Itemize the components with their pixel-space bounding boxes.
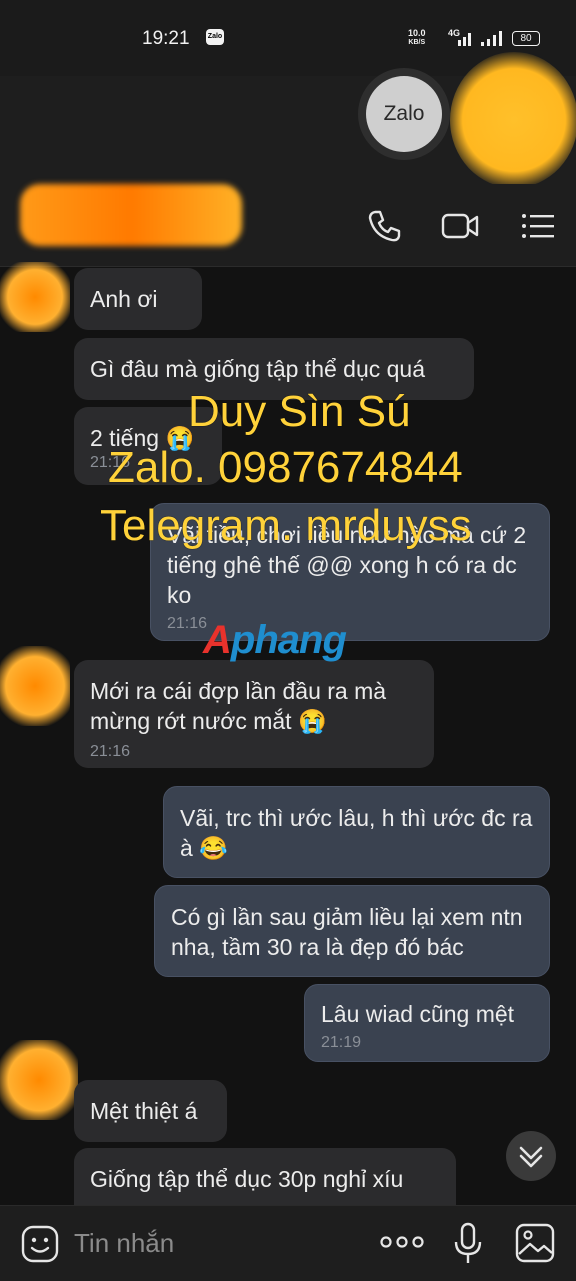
message-text: Mệt thiệt á xyxy=(90,1098,198,1124)
watermark-line-2: Zalo. 0987674844 xyxy=(108,443,463,492)
more-icon[interactable] xyxy=(380,1234,424,1250)
video-call-icon[interactable] xyxy=(440,206,480,246)
message-bubble-incoming[interactable]: Mới ra cái đợp lần đầu ra mà mừng rớt nư… xyxy=(74,660,434,768)
image-icon[interactable] xyxy=(514,1222,556,1264)
message-text: Giống tập thể dục 30p nghỉ xíu xyxy=(90,1166,404,1192)
message-bubble-incoming[interactable]: Anh ơi xyxy=(74,268,202,330)
sender-avatar[interactable] xyxy=(0,646,70,726)
sender-avatar[interactable] xyxy=(0,1040,78,1120)
message-input-bar: Tin nhắn xyxy=(0,1205,576,1281)
signal-2-icon xyxy=(481,31,502,46)
message-text: Gì đâu mà giống tập thể dục quá xyxy=(90,356,426,382)
message-bubble-incoming[interactable]: Mệt thiệt á xyxy=(74,1080,227,1142)
brand-watermark-a: A xyxy=(203,618,232,662)
message-text: Anh ơi xyxy=(90,286,158,312)
message-bubble-outgoing[interactable]: Vãi, trc thì ước lâu, h thì ước đc ra à … xyxy=(163,786,550,878)
zalo-notification-icon: Zalo xyxy=(206,29,224,45)
message-time: 21:19 xyxy=(321,1034,362,1051)
menu-icon[interactable] xyxy=(518,206,558,246)
message-text: Lâu wiad cũng mệt xyxy=(321,1001,515,1027)
network-speed-unit: KB/S xyxy=(408,39,426,46)
network-speed-value: 10.0 xyxy=(408,28,426,38)
watermark-line-3: Telegram. mrduyss xyxy=(100,501,472,550)
zalo-bubble-label: Zalo xyxy=(366,76,442,152)
brand-watermark: Aphang xyxy=(203,618,347,663)
message-bubble-outgoing[interactable]: Lâu wiad cũng mệt 21:19 xyxy=(304,984,550,1062)
message-text: Có gì lần sau giảm liều lại xem ntn nha,… xyxy=(171,904,523,960)
scroll-to-bottom-button[interactable] xyxy=(506,1131,556,1181)
status-time: 19:21 xyxy=(142,28,190,49)
battery-icon: 80 xyxy=(512,31,540,46)
contact-name-redacted xyxy=(20,184,242,246)
phone-icon[interactable] xyxy=(364,206,404,246)
message-bubble-outgoing[interactable]: Có gì lần sau giảm liều lại xem ntn nha,… xyxy=(154,885,550,977)
message-text: Vãi, trc thì ước lâu, h thì ước đc ra à … xyxy=(180,805,533,861)
message-bubble-incoming[interactable]: Giống tập thể dục 30p nghỉ xíu xyxy=(74,1148,456,1208)
microphone-icon[interactable] xyxy=(452,1222,484,1266)
emoji-icon[interactable] xyxy=(20,1224,60,1264)
signal-1-icon xyxy=(458,33,471,46)
network-speed: 10.0 KB/S xyxy=(408,28,426,48)
chat-header xyxy=(0,184,576,267)
message-input[interactable]: Tin nhắn xyxy=(74,1228,174,1259)
double-chevron-down-icon xyxy=(519,1146,543,1168)
brand-watermark-rest: phang xyxy=(230,618,347,662)
message-text: Mới ra cái đợp lần đầu ra mà mừng rớt nư… xyxy=(90,678,387,734)
sender-avatar[interactable] xyxy=(0,262,70,332)
watermark-line-1: Duy Sìn Sú xyxy=(188,387,411,436)
message-time: 21:16 xyxy=(90,743,131,760)
blurred-avatar-top xyxy=(450,52,576,188)
zalo-floating-bubble[interactable]: Zalo xyxy=(358,68,450,160)
